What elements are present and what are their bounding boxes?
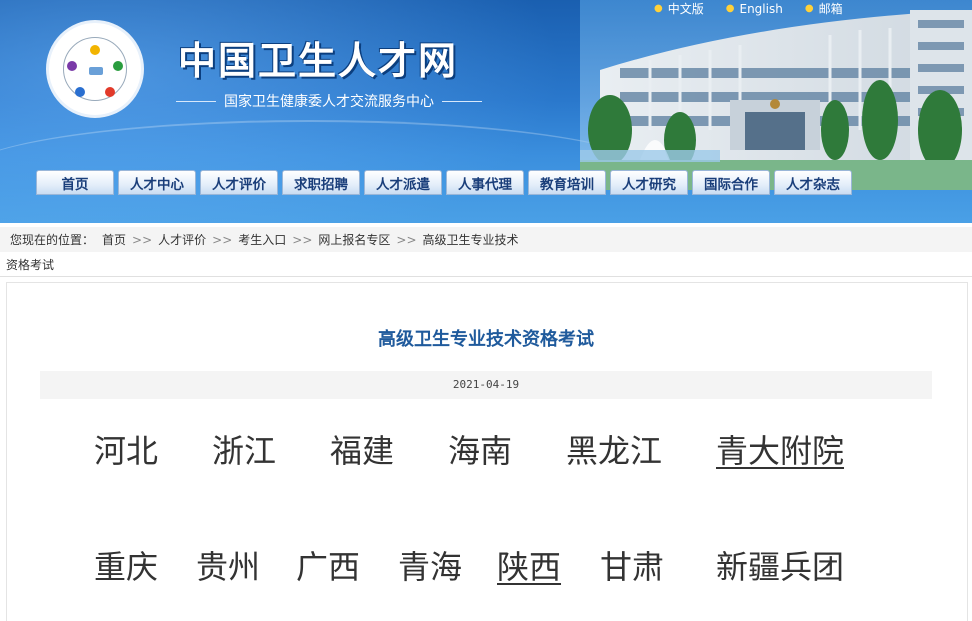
subtitle-rule xyxy=(176,100,216,102)
logo-figure-icon xyxy=(90,45,100,55)
subtitle-text: 国家卫生健康委人才交流服务中心 xyxy=(224,94,434,110)
article-title: 高级卫生专业技术资格考试 xyxy=(378,329,594,350)
breadcrumb-item[interactable]: 高级卫生专业技术 xyxy=(423,231,519,248)
nav-talent-evaluation[interactable]: 人才评价 xyxy=(200,170,278,195)
breadcrumb-item[interactable]: 首页 xyxy=(102,231,126,248)
logo-center-icon xyxy=(89,67,103,75)
site-title: 中国卫生人才网 xyxy=(178,38,459,83)
region-link-guangxi[interactable]: 广西 xyxy=(296,542,360,588)
region-link-hainan[interactable]: 海南 xyxy=(448,426,512,472)
nav-jobs[interactable]: 求职招聘 xyxy=(282,170,360,195)
subtitle-rule xyxy=(442,100,482,102)
region-link-hebei[interactable]: 河北 xyxy=(94,426,158,472)
region-link-guizhou[interactable]: 贵州 xyxy=(196,542,260,588)
link-mail[interactable]: ● 邮箱 xyxy=(805,0,843,17)
site-logo[interactable] xyxy=(46,20,144,118)
region-link-xinjiang-bingtuan[interactable]: 新疆兵团 xyxy=(716,542,844,588)
dot-icon: ● xyxy=(654,3,663,14)
nav-talent-center[interactable]: 人才中心 xyxy=(118,170,196,195)
link-label: 中文版 xyxy=(667,2,704,16)
breadcrumb-item[interactable]: 考生入口 xyxy=(238,231,286,248)
nav-hr-agency[interactable]: 人事代理 xyxy=(446,170,524,195)
dot-icon: ● xyxy=(725,3,735,14)
breadcrumb-separator: >> xyxy=(132,232,153,247)
nav-home[interactable]: 首页 xyxy=(36,170,114,195)
top-links: ● 中文版 ● English ● 邮箱 xyxy=(654,0,843,17)
nav-dispatch[interactable]: 人才派遣 xyxy=(364,170,442,195)
building-illustration xyxy=(580,0,972,190)
link-chinese[interactable]: ● 中文版 xyxy=(654,0,704,17)
region-link-heilongjiang[interactable]: 黑龙江 xyxy=(566,426,662,472)
logo-figure-icon xyxy=(105,87,115,97)
breadcrumb-item[interactable]: 人才评价 xyxy=(158,231,206,248)
main-nav: 首页 人才中心 人才评价 求职招聘 人才派遣 人事代理 教育培训 人才研究 国际… xyxy=(36,170,852,195)
breadcrumb-item[interactable]: 网上报名专区 xyxy=(318,231,390,248)
breadcrumb: 您现在的位置： 首页 >> 人才评价 >> 考生入口 >> 网上报名专区 >> … xyxy=(0,227,972,252)
region-link-zhejiang[interactable]: 浙江 xyxy=(212,426,276,472)
logo-figure-icon xyxy=(75,87,85,97)
region-link-qingda-hospital[interactable]: 青大附院 xyxy=(716,426,844,472)
breadcrumb-prefix: 您现在的位置： xyxy=(10,233,95,247)
link-label: 邮箱 xyxy=(818,2,843,16)
breadcrumb-separator: >> xyxy=(396,232,417,247)
breadcrumb-continuation[interactable]: 资格考试 xyxy=(6,256,54,273)
region-link-qinghai[interactable]: 青海 xyxy=(398,542,462,588)
logo-figure-icon xyxy=(113,61,123,71)
link-label: English xyxy=(739,1,783,16)
nav-education[interactable]: 教育培训 xyxy=(528,170,606,195)
region-link-chongqing[interactable]: 重庆 xyxy=(94,542,158,588)
site-header: ● 中文版 ● English ● 邮箱 中国卫生人才网 国家卫生健康委人才交流服务中… xyxy=(0,0,972,223)
divider xyxy=(0,276,972,277)
article-date: 2021-04-19 xyxy=(40,371,932,399)
site-subtitle: 国家卫生健康委人才交流服务中心 xyxy=(176,91,482,111)
logo-figure-icon xyxy=(67,61,77,71)
link-english[interactable]: ● English xyxy=(726,0,783,17)
region-link-fujian[interactable]: 福建 xyxy=(330,426,394,472)
nav-magazine[interactable]: 人才杂志 xyxy=(774,170,852,195)
breadcrumb-separator: >> xyxy=(292,232,313,247)
dot-icon: ● xyxy=(804,3,814,14)
nav-international[interactable]: 国际合作 xyxy=(692,170,770,195)
region-link-gansu[interactable]: 甘肃 xyxy=(600,542,664,588)
region-link-shaanxi[interactable]: 陕西 xyxy=(497,542,561,588)
breadcrumb-separator: >> xyxy=(212,232,233,247)
nav-research[interactable]: 人才研究 xyxy=(610,170,688,195)
